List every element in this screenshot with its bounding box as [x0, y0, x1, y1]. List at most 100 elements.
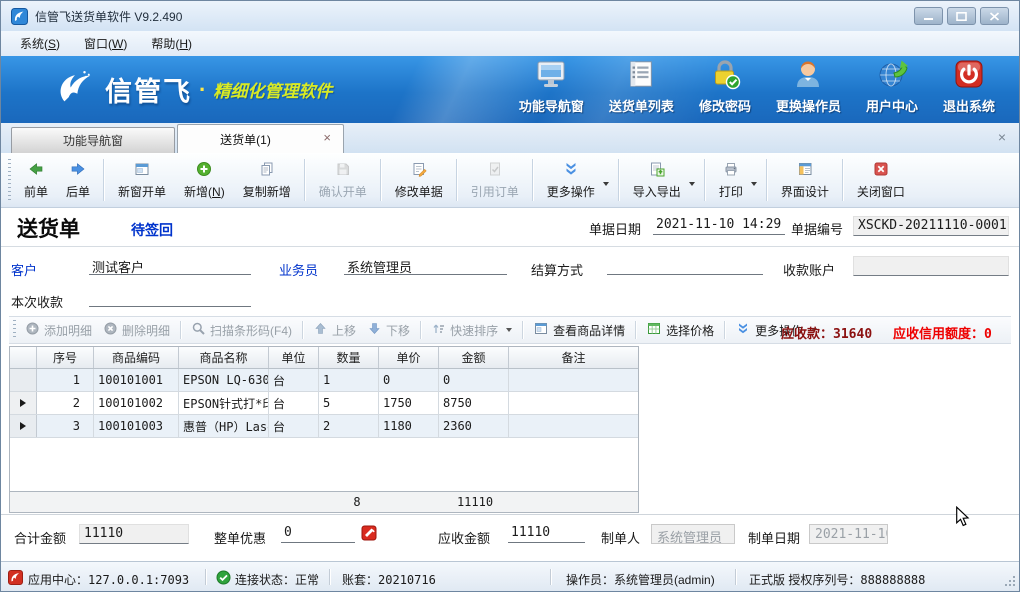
toolbar-separator — [302, 321, 304, 339]
column-header[interactable]: 单价 — [379, 347, 439, 368]
add-circle-icon — [26, 322, 39, 338]
select-price-button[interactable]: 选择价格 — [641, 319, 720, 342]
receive-account-field[interactable] — [853, 256, 1009, 276]
toolbar-button-label: 引用订单 — [471, 183, 519, 200]
ui-design-button[interactable]: 界面设计 — [772, 157, 838, 204]
banner-change-password-button[interactable]: 修改密码 — [699, 58, 751, 115]
minimize-button[interactable] — [914, 7, 943, 25]
next-doc-button[interactable]: 后单 — [57, 157, 99, 204]
import-export-button[interactable]: 导入导出 — [624, 157, 700, 204]
salesman-label[interactable]: 业务员 — [279, 260, 318, 279]
price-table-icon — [647, 322, 661, 338]
toolbar-grip[interactable] — [13, 320, 16, 340]
brand-slogan: 精细化管理软件 — [213, 77, 332, 102]
table-row[interactable]: 3 100101003 惠普（HP）LaserJet 台 2 1180 2360 — [10, 415, 638, 438]
row-selector[interactable] — [10, 392, 37, 414]
row-selector[interactable] — [10, 369, 37, 391]
detail-window-icon — [534, 322, 548, 338]
more-actions-button[interactable]: 更多操作 — [538, 157, 614, 204]
banner-button-label: 用户中心 — [866, 96, 918, 115]
table-row[interactable]: 2 100101002 EPSON针式打*印机 台 5 1750 8750 — [10, 392, 638, 415]
window-controls — [914, 7, 1013, 25]
new-window-order-button[interactable]: 新窗开单 — [109, 157, 175, 204]
table-row[interactable]: 1 100101001 EPSON LQ-630K 台 1 0 0 — [10, 369, 638, 392]
banner-user-center-button[interactable]: 用户中心 — [866, 58, 918, 115]
confirm-order-button[interactable]: 确认开单 — [310, 157, 376, 204]
add-detail-button[interactable]: 添加明细 — [20, 319, 98, 342]
monitor-icon — [535, 58, 567, 93]
customer-field[interactable]: 测试客户 — [89, 256, 251, 275]
column-header[interactable]: 金额 — [439, 347, 509, 368]
column-header[interactable]: 序号 — [37, 347, 94, 368]
prev-doc-button[interactable]: 前单 — [15, 157, 57, 204]
toolbar-button-label: 界面设计 — [781, 183, 829, 200]
column-header[interactable]: 备注 — [509, 347, 638, 368]
toolbar-button-label: 更多操作 — [547, 183, 595, 200]
close-button[interactable] — [980, 7, 1009, 25]
add-new-button[interactable]: 新增(N) — [175, 157, 234, 204]
toolbar-separator — [766, 159, 768, 201]
brand-separator: · — [199, 77, 206, 103]
move-up-button[interactable]: 上移 — [308, 319, 362, 342]
printer-icon — [723, 161, 739, 180]
tab-nav[interactable]: 功能导航窗 — [11, 127, 175, 153]
chevrons-down-icon — [563, 161, 579, 180]
menu-help[interactable]: 帮助(H) — [140, 32, 203, 55]
tab-close-icon[interactable]: × — [323, 131, 331, 144]
banner: 信管飞 · 精细化管理软件 功能导航窗 送货单列表 修改密码 更换操作员 — [1, 56, 1019, 123]
move-down-button[interactable]: 下移 — [362, 319, 416, 342]
cell-unit: 台 — [269, 369, 319, 391]
doc-number-field[interactable]: XSCKD-20211110-0001 — [853, 216, 1009, 236]
divider — [1, 246, 1019, 247]
make-date-field: 2021-11-10 — [809, 524, 888, 544]
banner-nav-button[interactable]: 功能导航窗 — [519, 58, 584, 115]
column-header[interactable]: 数量 — [319, 347, 379, 368]
column-header[interactable]: 商品名称 — [179, 347, 269, 368]
customer-label[interactable]: 客户 — [11, 260, 37, 279]
app-logo-icon — [11, 8, 28, 25]
banner-delivery-list-button[interactable]: 送货单列表 — [609, 58, 674, 115]
toolbar-button-label: 前单 — [24, 183, 48, 200]
save-icon — [335, 161, 351, 180]
refer-order-button[interactable]: 引用订单 — [462, 157, 528, 204]
scan-barcode-button[interactable]: 扫描条形码(F4) — [186, 319, 298, 342]
view-product-detail-button[interactable]: 查看商品详情 — [528, 319, 631, 342]
maximize-button[interactable] — [947, 7, 976, 25]
banner-exit-button[interactable]: 退出系统 — [943, 58, 995, 115]
menu-window[interactable]: 窗口(W) — [73, 32, 138, 55]
toolbar-separator — [103, 159, 105, 201]
current-row-marker-icon — [20, 399, 26, 407]
column-header[interactable]: 单位 — [269, 347, 319, 368]
cell-unit: 台 — [269, 392, 319, 414]
tabbar: 功能导航窗 送货单(1) × × — [1, 123, 1019, 153]
column-header[interactable]: 商品编码 — [94, 347, 179, 368]
delete-detail-button[interactable]: 删除明细 — [98, 319, 176, 342]
globe-icon — [876, 58, 908, 93]
edit-doc-button[interactable]: 修改单据 — [386, 157, 452, 204]
toolbar-grip[interactable] — [8, 159, 11, 201]
salesman-field[interactable]: 系统管理员 — [344, 256, 507, 275]
quick-sort-button[interactable]: 快速排序 — [426, 319, 518, 342]
resize-grip[interactable] — [1004, 575, 1016, 590]
row-selector[interactable] — [10, 415, 37, 437]
doc-date-field[interactable]: 2021-11-10 14:29 — [653, 216, 785, 235]
settle-method-field[interactable] — [607, 256, 763, 275]
tabbar-close-icon[interactable]: × — [998, 129, 1006, 145]
discount-field[interactable]: 0 — [281, 524, 355, 543]
banner-change-operator-button[interactable]: 更换操作员 — [776, 58, 841, 115]
payment-field[interactable] — [89, 288, 251, 307]
menu-system[interactable]: 系统(S) — [9, 32, 71, 55]
due-amount-field[interactable]: 11110 — [508, 524, 585, 543]
close-window-button[interactable]: 关闭窗口 — [848, 157, 914, 204]
brand-logo: 信管飞 · 精细化管理软件 — [53, 68, 332, 111]
mouse-cursor — [954, 506, 971, 531]
total-amount-field[interactable]: 11110 — [79, 524, 189, 544]
copy-new-button[interactable]: 复制新增 — [234, 157, 300, 204]
tab-delivery-order[interactable]: 送货单(1) × — [177, 124, 344, 153]
detail-button-label: 选择价格 — [666, 322, 714, 339]
dropdown-caret-icon — [506, 328, 512, 332]
document-panel: 送货单 待签回 单据日期 2021-11-10 14:29 单据编号 XSCKD… — [1, 208, 1019, 561]
banner-button-label: 修改密码 — [699, 96, 751, 115]
print-button[interactable]: 打印 — [710, 157, 762, 204]
modify-discount-icon[interactable] — [361, 525, 377, 544]
